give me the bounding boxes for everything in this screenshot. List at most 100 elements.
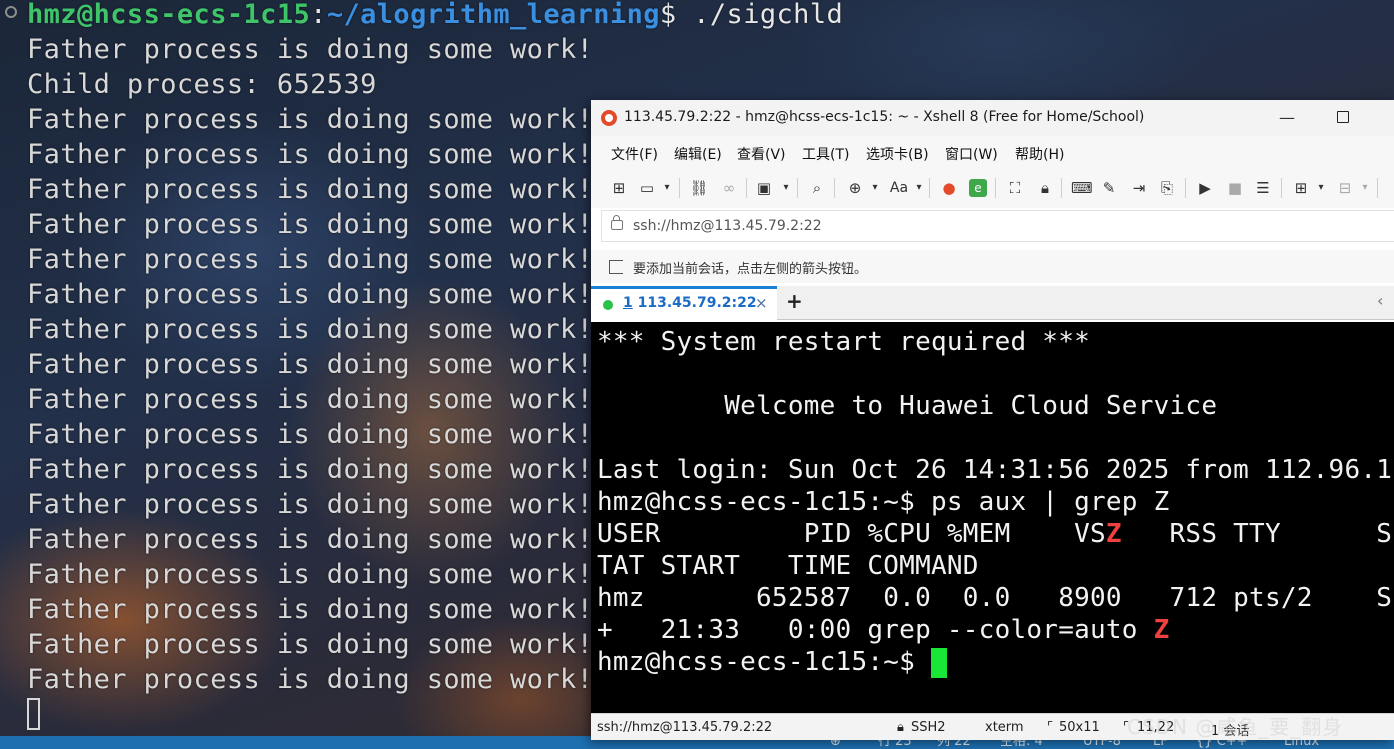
terminal-line: TAT START TIME COMMAND [597, 551, 979, 581]
open-folder-icon[interactable]: ▭ [637, 179, 657, 197]
grep-match-highlight: Z [1153, 615, 1170, 645]
menu-edit[interactable]: 编辑(E) [674, 144, 722, 164]
add-tab-button[interactable]: + [786, 289, 803, 313]
start-log-icon[interactable]: ▶ [1195, 179, 1215, 197]
stop-log-icon[interactable]: ■ [1225, 179, 1245, 197]
terminal-line: *** System restart required *** [597, 327, 1091, 357]
search-icon[interactable]: ⌕ [807, 179, 827, 197]
bg-output-line: Father process is doing some work! [27, 104, 594, 135]
bg-output-line: Father process is doing some work! [27, 489, 594, 520]
tab-label: 1 113.45.79.2:22 [623, 295, 757, 311]
lock-icon[interactable]: 🔒︎ [1035, 179, 1055, 197]
bg-output-line: Father process is doing some work! [27, 384, 594, 415]
bg-output-line: Father process is doing some work! [27, 209, 594, 240]
toolbar-divider [746, 178, 747, 198]
terminal-line: USER PID %CPU %MEM VSZ RSS TTY S [597, 518, 1392, 550]
bg-output-line: Father process is doing some work! [27, 594, 594, 625]
terminal-line: hmz 652587 0.0 0.0 8900 712 pts/2 S [597, 583, 1393, 613]
size-icon: ⌜ [1047, 720, 1054, 735]
dropdown-arrow-icon[interactable]: ▾ [1311, 179, 1331, 197]
xshell-window[interactable]: 113.45.79.2:22 - hmz@hcss-ecs-1c15: ~ - … [591, 100, 1394, 740]
tab-scroll-left-icon[interactable]: ‹ [1377, 291, 1383, 310]
send-icon[interactable]: ⇥ [1129, 179, 1149, 197]
tab-bar: 1 113.45.79.2:22 × + ‹ [591, 286, 1394, 320]
terminal-cursor [931, 648, 947, 678]
bg-prompt-path: ~/alogrithm_learning [326, 0, 660, 30]
toolbar-divider [834, 178, 835, 198]
menu-help[interactable]: 帮助(H) [1015, 144, 1064, 164]
address-text: ssh://hmz@113.45.79.2:22 [633, 218, 822, 234]
keyboard-icon[interactable]: ⌨ [1071, 179, 1093, 197]
dropdown-arrow-icon[interactable]: ▾ [657, 179, 677, 197]
toolbar-divider [929, 178, 930, 198]
bg-output-line: Father process is doing some work! [27, 139, 594, 170]
dropdown-arrow-icon[interactable]: ▾ [1355, 179, 1375, 197]
globe-icon[interactable]: ⊕ [845, 179, 865, 197]
menu-tabs[interactable]: 选项卡(B) [866, 144, 929, 164]
title-bar[interactable]: 113.45.79.2:22 - hmz@hcss-ecs-1c15: ~ - … [591, 100, 1394, 136]
bg-output-line: Father process is doing some work! [27, 559, 594, 590]
terminal-text: + 21:33 0:00 grep --color=auto [597, 615, 1154, 645]
bg-prompt-command: $ ./sigchld [659, 0, 844, 30]
terminal-pane[interactable]: *** System restart required *** Welcome … [591, 322, 1394, 713]
disconnect-icon[interactable]: ⛓ [689, 179, 709, 197]
highlight-icon[interactable]: ✎ [1099, 179, 1119, 197]
terminal-text: USER PID %CPU %MEM VS [597, 519, 1106, 549]
toolbar-divider [995, 178, 996, 198]
csdn-watermark: CSDN @咸鱼_要_翻身 [1127, 715, 1344, 739]
tab-close-icon[interactable]: × [755, 294, 768, 312]
menu-bar: 文件(F) 编辑(E) 查看(V) 工具(T) 选项卡(B) 窗口(W) 帮助(… [591, 136, 1394, 168]
dropdown-arrow-icon[interactable]: ▾ [909, 179, 929, 197]
fullscreen-icon[interactable]: ⛶ [1005, 179, 1025, 197]
session-hint-bar: 要添加当前会话，点击左侧的箭头按钮。 [591, 250, 1394, 283]
minimize-button[interactable]: — [1277, 108, 1297, 128]
grep-match-highlight: Z [1105, 519, 1122, 549]
terminal-line: Last login: Sun Oct 26 14:31:56 2025 fro… [597, 455, 1393, 485]
status-protocol: SSH2 [911, 720, 946, 735]
new-tab-icon[interactable]: ⊞ [1291, 179, 1311, 197]
maximize-button[interactable] [1337, 111, 1349, 123]
xshell-icon[interactable]: ● [939, 179, 959, 197]
compose-icon[interactable]: ☰ [1253, 179, 1273, 197]
tab-host: 113.45.79.2:22 [637, 295, 757, 311]
bg-output-line: Father process is doing some work! [27, 279, 594, 310]
window-title: 113.45.79.2:22 - hmz@hcss-ecs-1c15: ~ - … [624, 109, 1145, 125]
menu-view[interactable]: 查看(V) [737, 144, 786, 164]
menu-window[interactable]: 窗口(W) [945, 144, 998, 164]
add-session-arrow-icon[interactable] [609, 260, 623, 274]
status-terminal-type: xterm [985, 720, 1024, 735]
tab-session-1[interactable]: 1 113.45.79.2:22 × [591, 286, 777, 320]
toolbar-divider [1061, 178, 1062, 198]
layout-icon[interactable]: ⊟ [1335, 179, 1355, 197]
bg-output-line: Father process is doing some work! [27, 174, 594, 205]
xftp-icon[interactable]: e [969, 179, 987, 197]
toolbar-divider [1185, 178, 1186, 198]
toolbar-divider [1377, 178, 1378, 198]
dropdown-arrow-icon[interactable]: ▾ [776, 179, 796, 197]
toolbar-divider [679, 178, 680, 198]
bg-output-line: Father process is doing some work! [27, 349, 594, 380]
new-session-icon[interactable]: ⊞ [609, 179, 629, 197]
menu-file[interactable]: 文件(F) [611, 144, 658, 164]
terminal-prompt: hmz@hcss-ecs-1c15:~$ [597, 647, 931, 677]
bg-prompt-line: hmz@hcss-ecs-1c15:~/alogrithm_learning$ … [27, 0, 843, 32]
terminal-line: + 21:33 0:00 grep --color=auto Z [597, 614, 1170, 646]
bg-output-line: Father process is doing some work! [27, 454, 594, 485]
status-lock-icon: 🔒︎ [897, 720, 904, 735]
menu-tools[interactable]: 工具(T) [802, 144, 849, 164]
toolbar-divider [1281, 178, 1282, 198]
dropdown-arrow-icon[interactable]: ▾ [865, 179, 885, 197]
terminal-line: Welcome to Huawei Cloud Service [597, 391, 1218, 421]
status-address: ssh://hmz@113.45.79.2:22 [597, 720, 773, 735]
bg-terminal-cursor [27, 698, 40, 730]
bg-output-line: Father process is doing some work! [27, 34, 594, 65]
bg-output-line: Father process is doing some work! [27, 244, 594, 275]
bg-output-line: Father process is doing some work! [27, 664, 594, 695]
terminal-line: hmz@hcss-ecs-1c15:~$ ps aux | grep Z [597, 487, 1170, 517]
properties-icon[interactable]: ▣ [754, 179, 774, 197]
address-bar[interactable]: ssh://hmz@113.45.79.2:22 [601, 210, 1394, 242]
script-icon[interactable]: ⎘ [1157, 179, 1177, 197]
reconnect-icon[interactable]: ∞ [719, 179, 739, 197]
bg-output-line: Father process is doing some work! [27, 314, 594, 345]
font-icon[interactable]: Aa [889, 179, 909, 197]
